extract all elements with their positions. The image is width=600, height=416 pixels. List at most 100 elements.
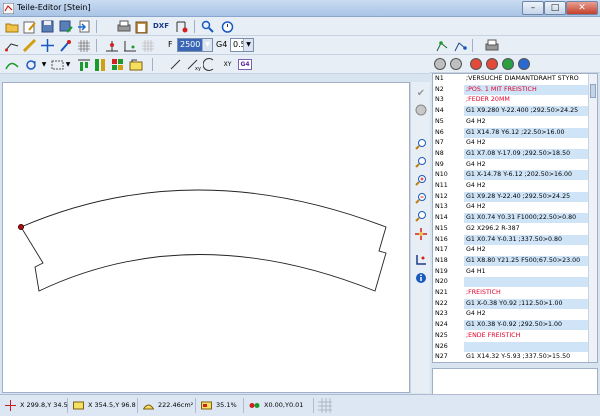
rotate-icon[interactable]: [24, 57, 39, 72]
nc-line-code: G4 H2: [466, 310, 486, 318]
dxf-import-button[interactable]: DXF: [152, 19, 170, 34]
search-icon[interactable]: [200, 19, 215, 34]
nc-row[interactable]: N20: [433, 277, 589, 288]
blocks-icon[interactable]: [110, 57, 125, 72]
crosshair-icon[interactable]: [40, 38, 55, 53]
open-folder-icon[interactable]: [4, 19, 19, 34]
save-as-icon[interactable]: [58, 19, 73, 34]
pan-icon[interactable]: [413, 228, 429, 243]
feed-select[interactable]: 2500 ▼: [177, 38, 213, 52]
back-icon[interactable]: [434, 58, 446, 70]
edit-icon[interactable]: [22, 19, 37, 34]
nc-row[interactable]: N26: [433, 341, 589, 352]
remove-nodes-icon[interactable]: [452, 38, 467, 53]
chevron-down-icon[interactable]: ▼: [64, 57, 72, 72]
nc-line-code: G4 H2: [466, 182, 486, 189]
polyline-icon[interactable]: [4, 38, 19, 53]
nc-row[interactable]: N24 G1 X0.38 Y-0.92 ;292.50>1.00: [433, 320, 589, 331]
nc-row[interactable]: N4 G1 X9.280 Y-22.400 ;292.50>24.25: [433, 106, 589, 117]
nc-line-number: N3: [435, 96, 444, 104]
print-icon[interactable]: [116, 19, 131, 34]
nc-line-code: G1 X0.74 Y0.31 F1000;22.50>0.80: [464, 213, 589, 224]
curve-icon[interactable]: [4, 57, 19, 72]
nc-row[interactable]: N17 G4 H2: [433, 245, 589, 255]
record-icon[interactable]: [470, 58, 482, 70]
pick-icon[interactable]: [58, 38, 73, 53]
nc-row[interactable]: N11 G4 H2: [433, 181, 589, 191]
arc-xy-button[interactable]: XY: [220, 57, 235, 72]
minimize-button[interactable]: –: [522, 1, 544, 15]
part-contour: [20, 189, 387, 292]
nc-row[interactable]: N6 G1 X14.78 Y6.12 ;22.50>16.00: [433, 127, 589, 138]
import-icon[interactable]: [76, 19, 91, 34]
origin-icon[interactable]: [104, 38, 119, 53]
dot-grid-icon[interactable]: [140, 38, 155, 53]
nc-row[interactable]: N5 G4 H2: [433, 117, 589, 127]
nc-row[interactable]: N2 ;POS. 1 MIT FREISTICH: [433, 84, 589, 95]
status-grid-icon: [318, 398, 332, 413]
line-xy-icon[interactable]: xy: [186, 57, 201, 72]
zoom-in-icon[interactable]: [413, 174, 429, 189]
nc-row[interactable]: N13 G4 H2: [433, 202, 589, 212]
zoom-all-icon[interactable]: [413, 156, 429, 171]
vertical-scrollbar[interactable]: [588, 74, 597, 362]
nc-program-list[interactable]: N1 ;VERSUCHE DIAMANTDRAHT STYRO N2 ;POS. 1 …: [432, 73, 598, 363]
cancel-circle-icon[interactable]: [413, 104, 429, 119]
nc-row[interactable]: N27 G1 X14.32 Y-5.93 ;337.50>15.50: [433, 352, 589, 362]
info-icon[interactable]: [413, 272, 429, 287]
zoom-previous-icon[interactable]: [413, 210, 429, 225]
nc-row[interactable]: N12 G1 X9.28 Y-22.40 ;292.50>24.25: [433, 191, 589, 202]
grid-icon[interactable]: [76, 38, 91, 53]
start-point-marker: [18, 224, 24, 230]
drawing-canvas[interactable]: [2, 82, 410, 393]
add-nodes-icon[interactable]: [434, 38, 449, 53]
nc-row[interactable]: N15 G2 X296.2 R-387: [433, 224, 589, 234]
arc-tool-icon[interactable]: [202, 57, 217, 72]
check-icon[interactable]: ✔: [413, 86, 429, 101]
maximize-button[interactable]: □: [544, 1, 566, 15]
nc-row[interactable]: N8 G1 X7.08 Y-17.09 ;292.50>18.50: [433, 148, 589, 159]
scroll-thumb[interactable]: [590, 84, 596, 98]
nc-row[interactable]: N10 G1 X-14.78 Y-6.12 ;202.50>16.00: [433, 170, 589, 181]
origin-marker-icon[interactable]: [413, 254, 429, 269]
forward-icon[interactable]: [518, 58, 530, 70]
print-list-icon[interactable]: [484, 38, 499, 53]
chevron-down-icon[interactable]: ▼: [40, 57, 48, 72]
delete-icon[interactable]: [486, 58, 498, 70]
distribute-icon[interactable]: [92, 57, 107, 72]
ruler-icon[interactable]: [22, 38, 37, 53]
nc-row[interactable]: N19 G4 H1: [433, 267, 589, 277]
dotted-rect-icon[interactable]: [50, 57, 65, 72]
zoom-out-icon[interactable]: [413, 192, 429, 207]
nc-line-code: G1 X7.08 Y-17.09 ;292.50>18.50: [464, 148, 589, 159]
play-icon[interactable]: [502, 58, 514, 70]
axis-icon[interactable]: [122, 38, 137, 53]
zoom-window-icon[interactable]: [413, 138, 429, 153]
nc-row[interactable]: N16 G1 X0.74 Y-0.31 ;337.50>0.80: [433, 234, 589, 245]
nc-row[interactable]: N18 G1 X8.80 Y21.25 F500;67.50>23.00: [433, 255, 589, 266]
status-cursor: X 299.8,Y 34.5: [2, 398, 68, 413]
stop-icon[interactable]: [450, 58, 462, 70]
nc-row[interactable]: N21 ;FREISTICH: [433, 288, 589, 298]
nc-line-number: N1: [435, 75, 444, 82]
machine-icon[interactable]: [174, 19, 189, 34]
align-icon[interactable]: [76, 57, 91, 72]
save-icon[interactable]: [40, 19, 55, 34]
nc-row[interactable]: N25 ;ENDE FREISTICH: [433, 331, 589, 341]
line-tool-icon[interactable]: [168, 57, 183, 72]
close-button[interactable]: ✕: [566, 1, 598, 15]
nc-row[interactable]: N9 G4 H2: [433, 160, 589, 170]
nc-row[interactable]: N1 ;VERSUCHE DIAMANTDRAHT STYRO: [433, 74, 589, 84]
nc-row[interactable]: N14 G1 X0.74 Y0.31 F1000;22.50>0.80: [433, 213, 589, 224]
area-icon: [143, 404, 154, 410]
stopwatch-icon[interactable]: [220, 19, 235, 34]
clipboard-icon[interactable]: [134, 19, 149, 34]
g4-select[interactable]: 0.5 ▼: [230, 38, 254, 52]
nc-row[interactable]: N3 ;FEDER 20MM: [433, 95, 589, 105]
nc-row[interactable]: N23 G4 H2: [433, 309, 589, 319]
rectangle-tool-icon[interactable]: [128, 57, 143, 72]
nc-row[interactable]: N22 G1 X-0.38 Y0.92 ;112.50>1.00: [433, 298, 589, 309]
nc-line-number: N21: [435, 289, 448, 296]
nc-row[interactable]: N7 G4 H2: [433, 138, 589, 148]
g4-dwell-button[interactable]: G4: [238, 59, 252, 70]
